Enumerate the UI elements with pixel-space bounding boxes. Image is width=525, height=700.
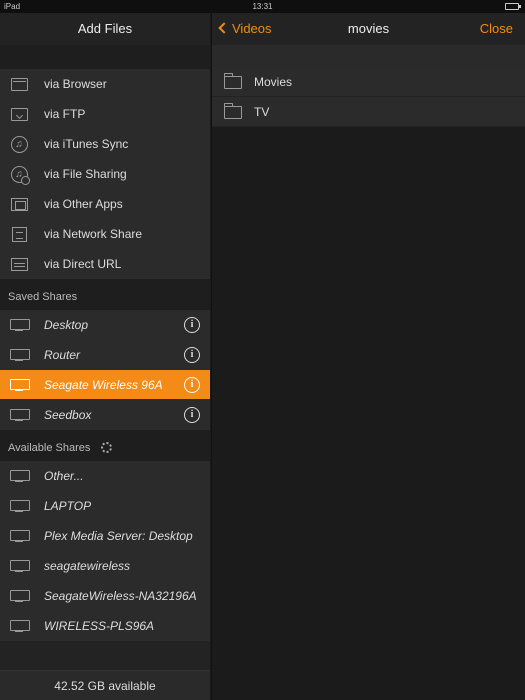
share-label: Router xyxy=(44,347,81,362)
available-share-laptop[interactable]: LAPTOP xyxy=(0,491,210,521)
nav-bar: Videos movies Close xyxy=(212,13,525,45)
clock: 13:31 xyxy=(252,2,273,11)
itunes-icon: ♫ xyxy=(10,135,28,153)
share-label: LAPTOP xyxy=(44,498,92,513)
add-via-network-share[interactable]: via Network Share xyxy=(0,219,210,249)
monitor-icon xyxy=(10,528,30,544)
folder-icon xyxy=(224,73,242,89)
monitor-icon xyxy=(10,588,30,604)
browser-icon xyxy=(10,76,28,92)
option-label: via Browser xyxy=(44,76,107,91)
folder-label: TV xyxy=(254,105,270,119)
share-label: Plex Media Server: Desktop xyxy=(44,528,193,543)
saved-share-router[interactable]: Router i xyxy=(0,340,210,370)
file-sharing-icon: ♫ xyxy=(10,165,30,185)
share-label: SeagateWireless-NA32196A xyxy=(44,588,197,603)
share-label: Desktop xyxy=(44,317,89,332)
option-label: via File Sharing xyxy=(44,166,127,181)
battery-icon xyxy=(505,3,521,10)
add-via-other-apps[interactable]: via Other Apps xyxy=(0,189,210,219)
info-icon[interactable]: i xyxy=(184,377,200,393)
available-share-seagatewireless-na[interactable]: SeagateWireless-NA32196A xyxy=(0,581,210,611)
option-label: via Other Apps xyxy=(44,196,123,211)
network-share-icon xyxy=(10,226,28,242)
add-via-itunes-sync[interactable]: ♫ via iTunes Sync xyxy=(0,129,210,159)
saved-share-desktop[interactable]: Desktop i xyxy=(0,310,210,340)
storage-available: 42.52 GB available xyxy=(0,670,210,700)
share-label: Seagate Wireless 96A xyxy=(44,377,163,392)
share-label: Seedbox xyxy=(44,407,92,422)
share-label: WIRELESS-PLS96A xyxy=(44,618,155,633)
available-share-other[interactable]: Other... xyxy=(0,461,210,491)
available-shares-header: Available Shares xyxy=(8,442,91,454)
available-shares-section: Available Shares xyxy=(0,430,210,461)
monitor-icon xyxy=(10,407,30,423)
saved-share-seagate-wireless[interactable]: Seagate Wireless 96A i xyxy=(0,370,210,400)
available-share-seagatewireless[interactable]: seagatewireless xyxy=(0,551,210,581)
folder-movies[interactable]: Movies xyxy=(212,67,525,97)
folder-label: Movies xyxy=(254,75,293,89)
monitor-icon xyxy=(10,558,30,574)
option-label: via FTP xyxy=(44,106,86,121)
share-label: seagatewireless xyxy=(44,558,131,573)
saved-share-seedbox[interactable]: Seedbox i xyxy=(0,400,210,430)
monitor-icon xyxy=(10,468,30,484)
direct-url-icon xyxy=(10,256,28,272)
folder-title: movies xyxy=(347,21,390,36)
available-share-plex[interactable]: Plex Media Server: Desktop xyxy=(0,521,210,551)
info-icon[interactable]: i xyxy=(184,317,200,333)
status-bar: iPad 13:31 xyxy=(0,0,525,13)
info-icon[interactable]: i xyxy=(184,407,200,423)
add-via-direct-url[interactable]: via Direct URL xyxy=(0,249,210,279)
add-via-ftp[interactable]: via FTP xyxy=(0,99,210,129)
option-label: via Direct URL xyxy=(44,256,122,271)
add-files-panel: Add Files via Browser via FTP ♫ via iTun… xyxy=(0,13,210,700)
available-share-wireless-pls[interactable]: WIRELESS-PLS96A xyxy=(0,611,210,641)
panel-title: Add Files xyxy=(0,13,210,45)
add-via-browser[interactable]: via Browser xyxy=(0,69,210,99)
loading-spinner-icon xyxy=(101,442,112,453)
monitor-icon xyxy=(10,498,30,514)
option-label: via iTunes Sync xyxy=(44,136,129,151)
other-apps-icon xyxy=(10,196,28,212)
monitor-icon xyxy=(10,618,30,634)
monitor-icon xyxy=(10,347,30,363)
add-via-file-sharing[interactable]: ♫ via File Sharing xyxy=(0,159,210,189)
folder-icon xyxy=(224,103,242,119)
close-button[interactable]: Close xyxy=(480,13,513,45)
ftp-icon xyxy=(10,106,28,122)
saved-shares-header: Saved Shares xyxy=(0,279,210,310)
file-browser-panel: Videos movies Close Movies TV xyxy=(211,13,525,700)
monitor-icon xyxy=(10,377,30,393)
share-label: Other... xyxy=(44,468,84,483)
folder-tv[interactable]: TV xyxy=(212,97,525,127)
monitor-icon xyxy=(10,317,30,333)
info-icon[interactable]: i xyxy=(184,347,200,363)
option-label: via Network Share xyxy=(44,226,143,241)
